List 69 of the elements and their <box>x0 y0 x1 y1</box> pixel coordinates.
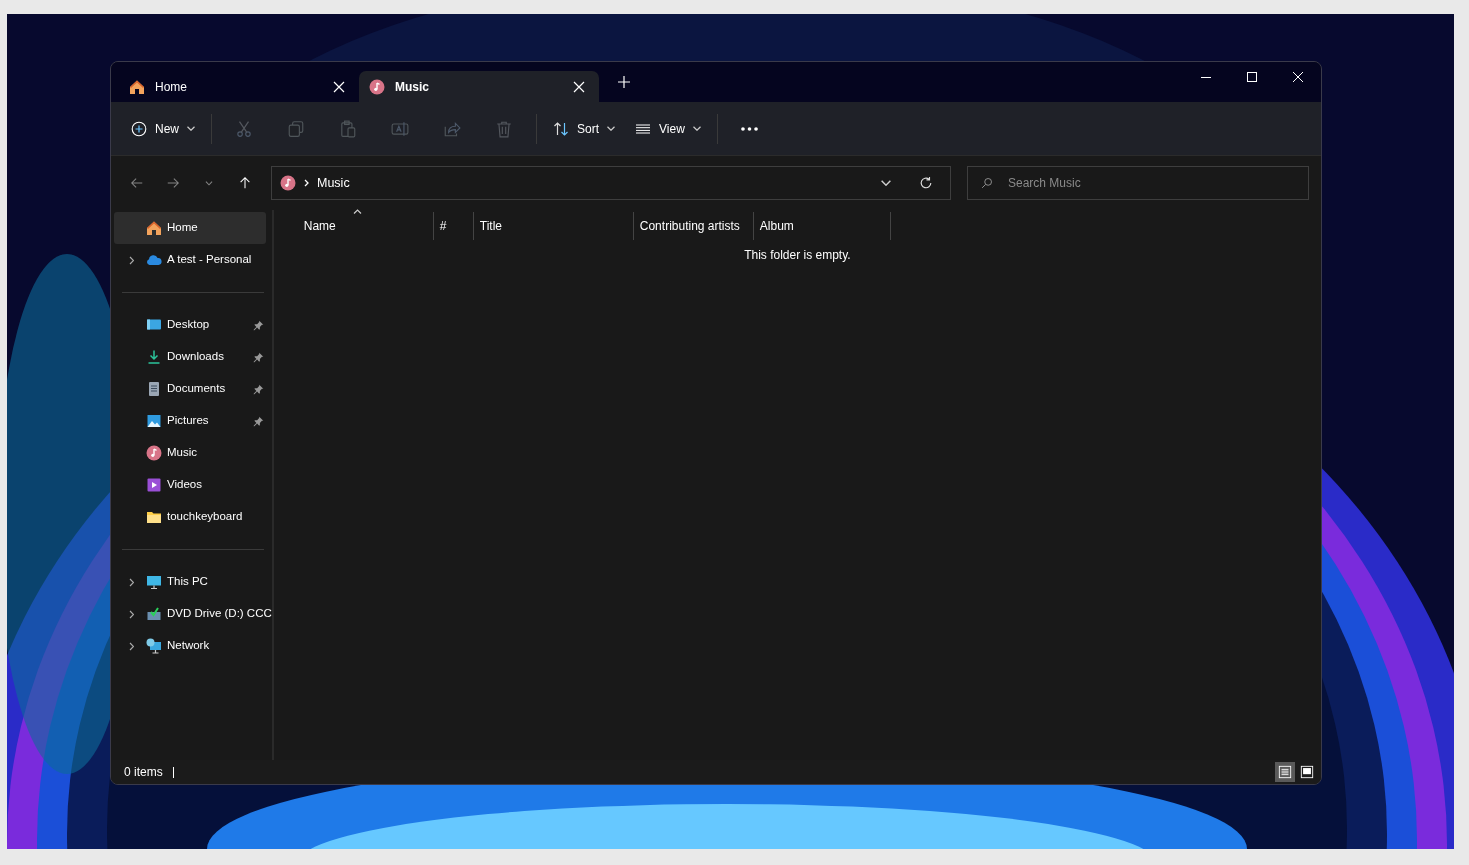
details-view-icon <box>1278 765 1292 779</box>
monitor-icon <box>146 574 162 590</box>
forward-arrow-icon <box>166 176 180 190</box>
column-header[interactable]: Name <box>273 212 434 240</box>
chevron-icon <box>129 609 134 619</box>
column-header[interactable]: # <box>433 212 474 240</box>
sidebar-item[interactable]: Network <box>114 630 266 662</box>
caret-icon <box>692 126 701 131</box>
sidebar-item[interactable]: Pictures <box>114 405 266 437</box>
sidebar-item[interactable]: Videos <box>114 469 266 501</box>
item-count: 0 items <box>124 764 163 781</box>
home-icon <box>146 220 162 236</box>
sidebar-item[interactable]: touchkeyboard <box>114 501 266 533</box>
breadcrumb[interactable]: Music <box>317 173 350 193</box>
search-icon <box>981 177 993 189</box>
plus-icon <box>618 76 630 88</box>
column-header[interactable]: Album <box>753 212 891 240</box>
new-button[interactable]: New <box>123 110 203 147</box>
sidebar-item[interactable]: Home <box>114 212 266 244</box>
pictures-icon <box>146 413 162 429</box>
desktop-icon <box>146 317 162 333</box>
close-icon <box>573 80 585 93</box>
column-header[interactable]: Title <box>473 212 634 240</box>
pin-icon <box>253 383 264 395</box>
download-icon <box>146 349 162 365</box>
refresh-icon <box>919 176 933 190</box>
sidebar-item[interactable]: Downloads <box>114 341 266 373</box>
caret-icon <box>607 126 616 131</box>
cloud-icon <box>146 252 162 268</box>
large-icons-view-icon <box>1300 765 1314 779</box>
details-view-button[interactable] <box>1275 762 1295 782</box>
pin-icon <box>253 415 264 427</box>
sidebar-item[interactable]: This PC <box>114 566 266 598</box>
up-arrow-icon <box>238 176 252 190</box>
network-icon <box>146 638 162 654</box>
address-bar[interactable]: Music <box>271 166 951 200</box>
tab[interactable]: Home <box>119 71 359 102</box>
search-field[interactable]: Search Music <box>967 166 1309 200</box>
column-header[interactable]: Contributing artists <box>633 212 754 240</box>
sort-button[interactable]: Sort <box>545 110 624 147</box>
chevron-icon <box>129 255 134 265</box>
pin-icon <box>253 319 264 331</box>
view-button[interactable]: View <box>627 110 709 147</box>
chevron-icon <box>129 577 134 587</box>
chevron-icon <box>304 179 309 187</box>
back-arrow-icon <box>130 176 144 190</box>
sidebar-item[interactable]: A test - Personal <box>114 244 266 276</box>
music-note-icon <box>146 445 162 461</box>
folder-icon <box>146 509 162 525</box>
empty-folder-message: This folder is empty. <box>743 247 852 264</box>
close-icon <box>333 80 345 93</box>
home-icon <box>129 78 145 95</box>
sidebar-item[interactable]: DVD Drive (D:) CCC <box>114 598 272 630</box>
document-icon <box>146 381 162 397</box>
chevron-icon <box>129 641 134 651</box>
close-icon <box>1293 72 1303 82</box>
caret-icon <box>881 180 891 186</box>
caret-icon <box>187 126 195 131</box>
sidebar-item[interactable]: Documents <box>114 373 266 405</box>
pin-icon <box>253 351 264 363</box>
sidebar-item[interactable]: Desktop <box>114 309 266 341</box>
music-note-icon <box>280 175 296 191</box>
video-icon <box>146 477 162 493</box>
minimize-icon <box>1201 76 1211 78</box>
drive-icon <box>146 606 162 622</box>
music-note-icon <box>369 78 385 95</box>
maximize-icon <box>1247 72 1257 82</box>
tab[interactable]: Music <box>359 71 599 102</box>
sidebar-item[interactable]: Music <box>114 437 266 469</box>
